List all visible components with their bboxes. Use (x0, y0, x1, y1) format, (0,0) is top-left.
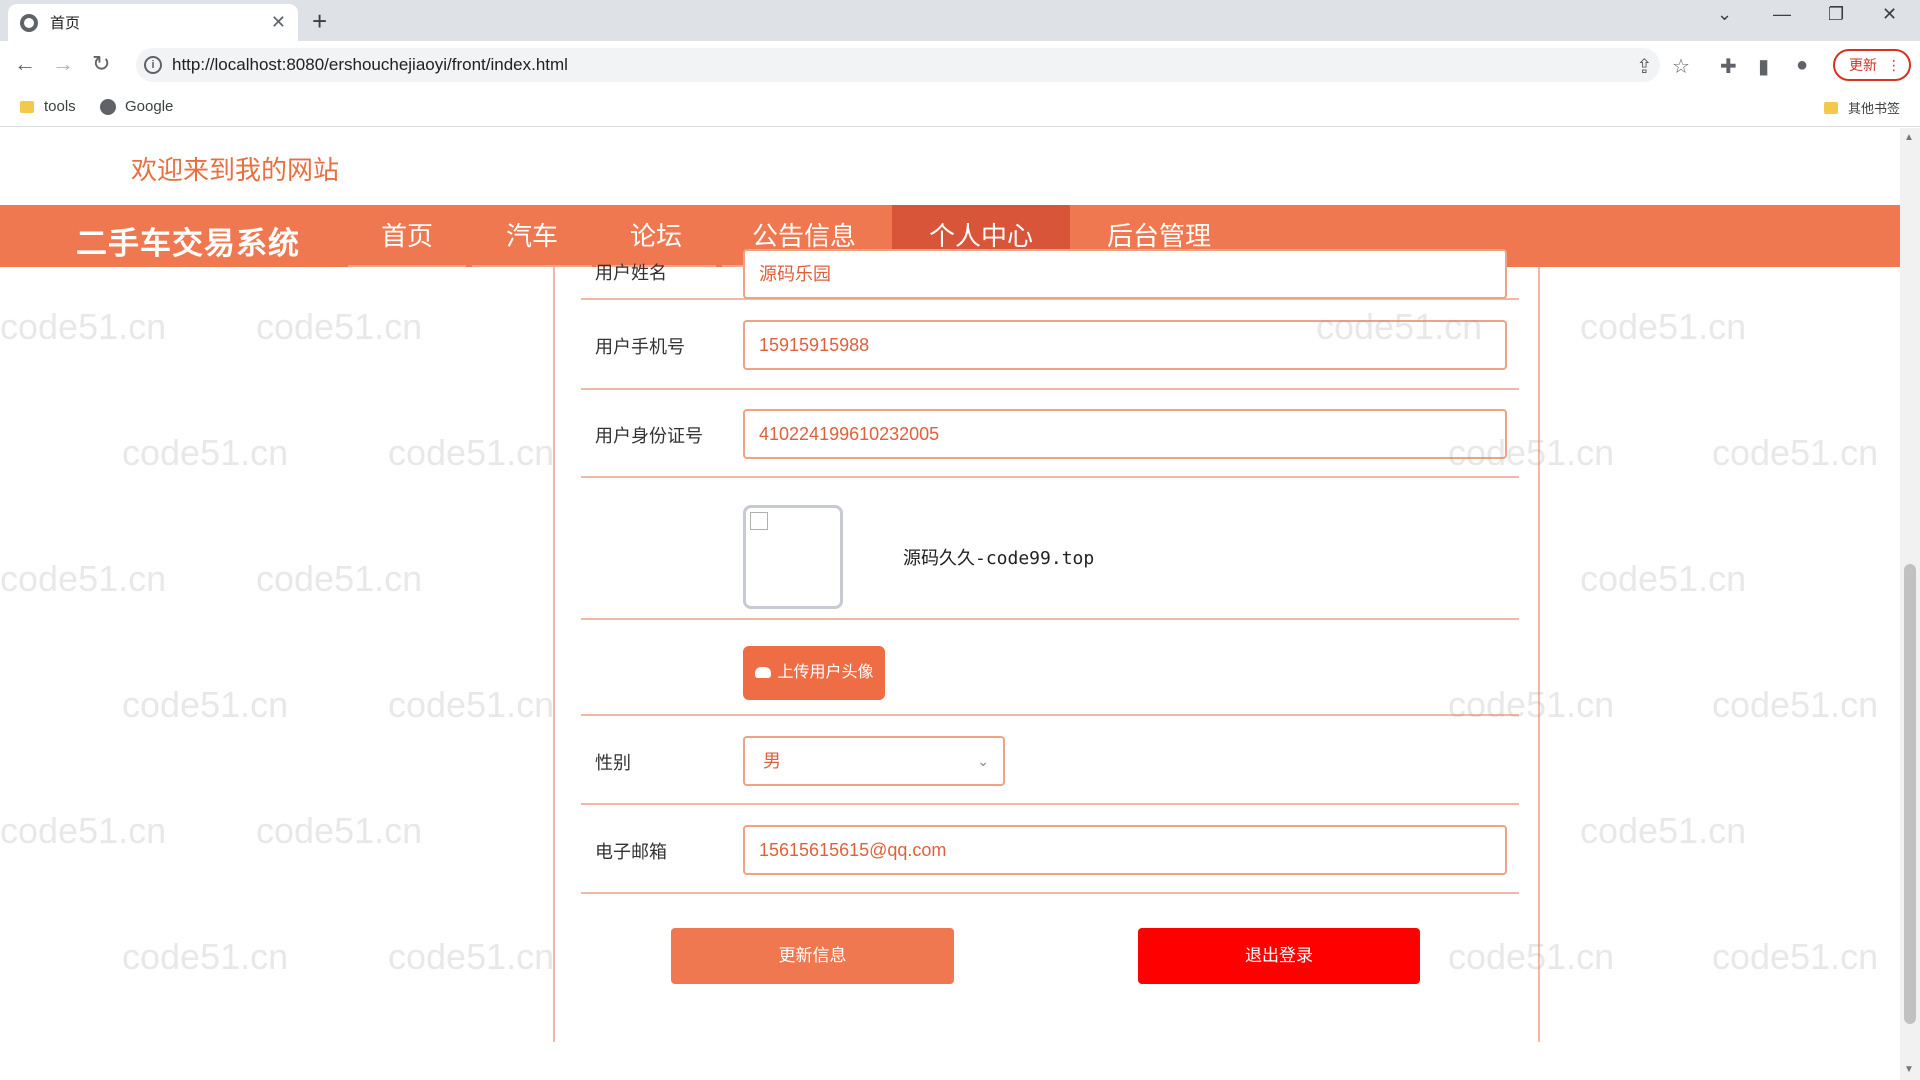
logout-button[interactable]: 退出登录 (1138, 928, 1420, 984)
bookmark-tools[interactable]: tools (20, 98, 76, 115)
watermark: code51.cn (122, 432, 289, 473)
back-icon[interactable]: ← (14, 51, 36, 77)
gender-value: 男 (763, 751, 781, 771)
email-input[interactable]: 15615615615@qq.com (743, 825, 1507, 875)
other-bookmarks[interactable]: 其他书签 (1824, 98, 1900, 117)
form-row-name: 用户姓名 源码乐园 (581, 178, 1519, 300)
watermark: code51.cn (256, 558, 423, 599)
forward-icon[interactable]: → (52, 51, 74, 77)
star-icon[interactable]: ☆ (1672, 54, 1690, 79)
update-label: 更新 (1849, 57, 1877, 73)
browser-tab[interactable]: 首页 ✕ (8, 4, 298, 41)
extensions-icon[interactable]: ✚ (1720, 54, 1737, 79)
profile-icon[interactable]: ● (1796, 54, 1808, 77)
watermark: code51.cn (1580, 558, 1747, 599)
globe-icon (20, 13, 38, 32)
avatar-preview (743, 505, 843, 609)
watermark: code51.cn (0, 810, 167, 851)
upload-label: 上传用户头像 (777, 664, 874, 681)
profile-form: 用户姓名 源码乐园 用户手机号 15915915988 用户身份证号 41022… (553, 249, 1540, 1042)
watermark: code51.cn (388, 684, 555, 725)
watermark: code51.cn (388, 936, 555, 977)
watermark: code51.cn (256, 810, 423, 851)
watermark: code51.cn (256, 306, 423, 347)
share-icon[interactable]: ⇪ (1636, 54, 1653, 79)
scroll-down-icon[interactable]: ▼ (1904, 1064, 1914, 1075)
gender-select[interactable]: 男 ⌄ (743, 736, 1005, 786)
upload-avatar-button[interactable]: 上传用户头像 (743, 646, 885, 700)
email-label: 电子邮箱 (595, 842, 667, 862)
form-row-phone: 用户手机号 15915915988 (581, 300, 1519, 390)
close-window-icon[interactable]: ✕ (1882, 4, 1897, 25)
form-row-id: 用户身份证号 410224199610232005 (581, 390, 1519, 478)
nav-home[interactable]: 首页 (348, 205, 466, 267)
folder-icon (20, 100, 34, 113)
nav-label: 首页 (380, 221, 433, 251)
form-row-email: 电子邮箱 15615615615@qq.com (581, 805, 1519, 894)
watermark: code51.cn (388, 432, 555, 473)
menu-dots-icon: ⋮ (1886, 57, 1901, 73)
info-icon[interactable]: i (144, 56, 162, 74)
restore-icon[interactable]: ❐ (1828, 4, 1844, 25)
watermark: code51.cn (1580, 306, 1747, 347)
folder-icon (1824, 101, 1838, 114)
browser-tab-bar: 首页 ✕ + ⌄ — ❐ ✕ (0, 0, 1920, 41)
bookmark-label: Google (125, 98, 174, 115)
broken-image-icon (750, 512, 768, 530)
minimize-icon[interactable]: — (1773, 4, 1791, 25)
watermark: code51.cn (122, 684, 289, 725)
bookmarks-bar: tools Google 其他书签 (0, 89, 1920, 127)
phone-label: 用户手机号 (595, 337, 685, 357)
name-label: 用户姓名 (595, 263, 667, 283)
form-row-avatar: 源码久久-code99.top (581, 478, 1519, 620)
close-tab-icon[interactable]: ✕ (271, 12, 286, 33)
globe-icon (100, 98, 116, 115)
gender-label: 性别 (595, 753, 631, 773)
watermark: code51.cn (1712, 432, 1879, 473)
watermark: code51.cn (122, 936, 289, 977)
page-content: 欢迎来到我的网站 二手车交易系统 首页 汽车 论坛 公告信息 个人中心 后台管理… (0, 128, 1900, 1080)
new-tab-icon[interactable]: + (312, 6, 327, 36)
url-text[interactable]: http://localhost:8080/ershouchejiaoyi/fr… (172, 55, 568, 75)
page-scrollbar[interactable]: ▲ ▼ (1900, 128, 1920, 1080)
avatar-caption: 源码久久-code99.top (903, 548, 1095, 569)
scroll-up-icon[interactable]: ▲ (1904, 132, 1914, 143)
id-input[interactable]: 410224199610232005 (743, 409, 1507, 459)
watermark: code51.cn (0, 306, 167, 347)
watermark: code51.cn (1712, 684, 1879, 725)
bookmark-google[interactable]: Google (100, 98, 173, 115)
id-label: 用户身份证号 (595, 426, 703, 446)
watermark: code51.cn (1580, 810, 1747, 851)
update-button[interactable]: 更新 ⋮ (1833, 49, 1911, 81)
side-panel-icon[interactable]: ▮ (1758, 54, 1769, 79)
bookmark-label: tools (44, 98, 76, 115)
form-row-gender: 性别 男 ⌄ (581, 716, 1519, 805)
address-bar-row: ← → ↻ i http://localhost:8080/ershouchej… (0, 41, 1920, 89)
watermark: code51.cn (0, 558, 167, 599)
update-info-button[interactable]: 更新信息 (671, 928, 954, 984)
cloud-upload-icon (755, 667, 771, 679)
nav-label: 汽车 (505, 221, 558, 251)
scroll-thumb[interactable] (1904, 564, 1916, 1024)
phone-input[interactable]: 15915915988 (743, 320, 1507, 370)
reload-icon[interactable]: ↻ (92, 51, 110, 77)
other-bookmarks-label: 其他书签 (1848, 101, 1901, 116)
tab-title: 首页 (50, 15, 81, 32)
tab-search-icon[interactable]: ⌄ (1717, 4, 1732, 25)
omnibox[interactable]: i http://localhost:8080/ershouchejiaoyi/… (136, 48, 1660, 82)
watermark: code51.cn (1712, 936, 1879, 977)
chevron-down-icon: ⌄ (977, 753, 989, 769)
form-row-upload: 上传用户头像 (581, 620, 1519, 716)
nav-cars[interactable]: 汽车 (472, 205, 592, 267)
name-input[interactable]: 源码乐园 (743, 249, 1507, 299)
site-brand[interactable]: 二手车交易系统 (76, 218, 300, 263)
welcome-text: 欢迎来到我的网站 (131, 155, 340, 185)
